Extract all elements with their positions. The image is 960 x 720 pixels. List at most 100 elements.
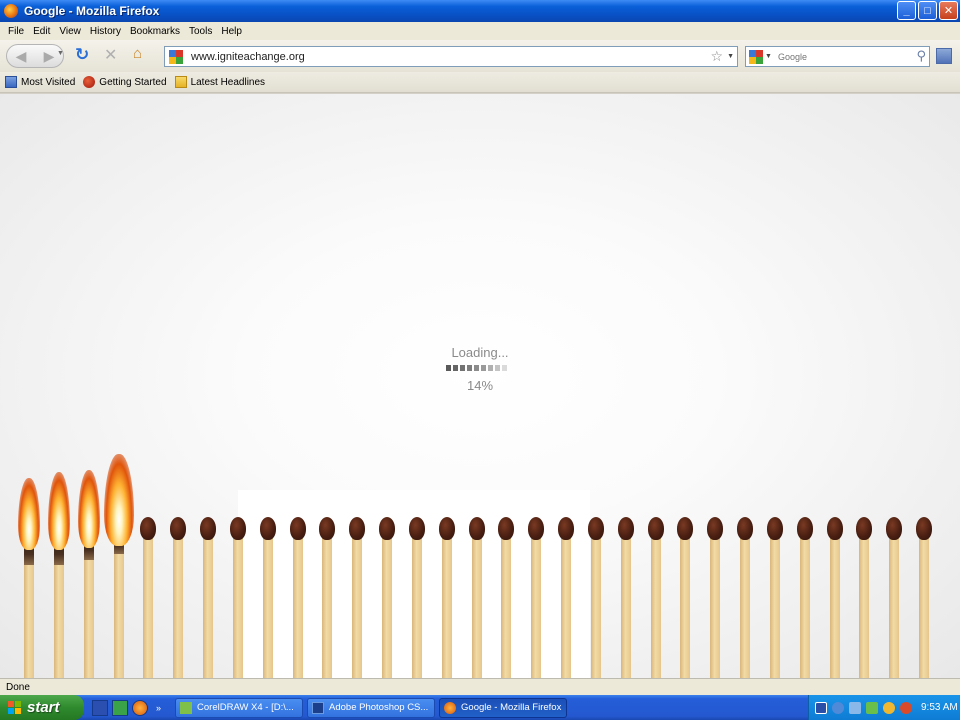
search-engine-dropdown-icon[interactable]: ▼ <box>765 53 772 60</box>
title-bar[interactable]: Google - Mozilla Firefox _ □ ✕ <box>0 0 960 22</box>
match <box>737 94 753 678</box>
taskbar: start » CorelDRAW X4 - [D:\... Adobe Pho… <box>0 695 960 720</box>
search-engine-icon[interactable] <box>749 49 763 64</box>
search-icon[interactable]: ⚲ <box>916 48 926 64</box>
stop-icon[interactable]: ✕ <box>104 45 117 65</box>
network-icon[interactable] <box>849 701 861 714</box>
match-stick <box>322 532 332 678</box>
status-bar: Done <box>0 678 960 695</box>
task-label: CorelDRAW X4 - [D:\... <box>197 702 294 713</box>
antivirus-icon[interactable] <box>900 701 912 714</box>
match-head <box>409 517 425 540</box>
match-head <box>230 517 246 540</box>
security-icon[interactable] <box>866 701 878 714</box>
maximize-button[interactable]: □ <box>918 1 937 20</box>
start-button[interactable]: start <box>0 695 84 720</box>
addons-icon[interactable] <box>936 48 952 64</box>
match <box>648 94 664 678</box>
match-head <box>797 517 813 540</box>
match-head <box>439 517 455 540</box>
match <box>707 94 723 678</box>
match-head <box>588 517 604 540</box>
search-input[interactable] <box>777 51 908 62</box>
url-text[interactable]: www.igniteachange.org <box>191 51 305 63</box>
flame-icon <box>78 470 100 548</box>
match-head <box>528 517 544 540</box>
match-head <box>200 517 216 540</box>
photoshop-quicklaunch-icon[interactable] <box>92 699 108 716</box>
photoshop-icon <box>312 701 325 714</box>
bookmark-label: Getting Started <box>99 76 167 88</box>
match-stick <box>680 532 690 678</box>
back-forward-group: ◀ ▶ <box>6 44 64 68</box>
firefox-icon <box>444 701 457 714</box>
search-bar[interactable]: ▼ ⚲ <box>745 46 930 67</box>
back-icon[interactable]: ◀ <box>7 45 35 67</box>
bookmark-star-icon[interactable]: ☆ <box>710 48 723 65</box>
match-head <box>677 517 693 540</box>
match <box>200 94 216 678</box>
match <box>260 94 276 678</box>
menu-view[interactable]: View <box>55 26 85 37</box>
match-stick <box>830 532 840 678</box>
progress-segment <box>488 365 493 371</box>
history-dropdown-icon[interactable]: ▼ <box>57 50 64 57</box>
url-dropdown-icon[interactable]: ▼ <box>727 53 734 60</box>
menu-history[interactable]: History <box>86 26 125 37</box>
match-lit <box>78 94 100 678</box>
match <box>677 94 693 678</box>
firefox-quicklaunch-icon[interactable] <box>132 699 148 716</box>
match <box>469 94 485 678</box>
bookmark-getting-started[interactable]: Getting Started <box>83 76 167 88</box>
menu-tools[interactable]: Tools <box>185 26 216 37</box>
match-stick <box>561 532 571 678</box>
bookmark-most-visited[interactable]: Most Visited <box>5 76 75 88</box>
match-head <box>170 517 186 540</box>
flame-icon <box>104 454 134 546</box>
match <box>618 94 634 678</box>
system-tray: 9:53 AM <box>808 695 960 720</box>
match-stick <box>800 532 810 678</box>
match <box>379 94 395 678</box>
match-stick <box>501 532 511 678</box>
task-photoshop[interactable]: Adobe Photoshop CS... <box>307 697 436 718</box>
home-icon[interactable]: ⌂ <box>133 45 142 62</box>
quick-launch: » <box>92 699 161 716</box>
match-lit <box>48 94 70 678</box>
match <box>916 94 932 678</box>
match-stick <box>382 532 392 678</box>
match-head <box>290 517 306 540</box>
reload-icon[interactable]: ↻ <box>75 45 89 65</box>
shield-icon[interactable] <box>883 701 895 714</box>
start-label: start <box>27 699 60 716</box>
menu-file[interactable]: File <box>4 26 28 37</box>
menu-bookmarks[interactable]: Bookmarks <box>126 26 184 37</box>
match <box>767 94 783 678</box>
minimize-button[interactable]: _ <box>897 1 916 20</box>
match <box>290 94 306 678</box>
desktop-quicklaunch-icon[interactable] <box>112 699 128 716</box>
match-head <box>618 517 634 540</box>
url-bar[interactable]: www.igniteachange.org ☆ ▼ <box>164 46 738 67</box>
match <box>558 94 574 678</box>
match <box>797 94 813 678</box>
match-stick <box>710 532 720 678</box>
match-stick <box>143 532 153 678</box>
match-stick <box>472 532 482 678</box>
menu-edit[interactable]: Edit <box>29 26 54 37</box>
bookmark-latest-headlines[interactable]: Latest Headlines <box>174 76 265 88</box>
match-head <box>140 517 156 540</box>
task-coreldraw[interactable]: CorelDRAW X4 - [D:\... <box>175 697 304 718</box>
coreldraw-icon <box>180 701 193 714</box>
close-button[interactable]: ✕ <box>939 1 958 20</box>
back-arrow-icon[interactable] <box>832 701 844 714</box>
match-stick <box>531 532 541 678</box>
help-icon[interactable] <box>815 701 827 714</box>
match-stick <box>233 532 243 678</box>
quicklaunch-more-icon[interactable]: » <box>156 703 161 713</box>
task-firefox[interactable]: Google - Mozilla Firefox <box>439 697 568 718</box>
flame-icon <box>48 472 70 550</box>
clock: 9:53 AM <box>921 702 958 713</box>
match-stick <box>859 532 869 678</box>
menu-help[interactable]: Help <box>217 26 246 37</box>
